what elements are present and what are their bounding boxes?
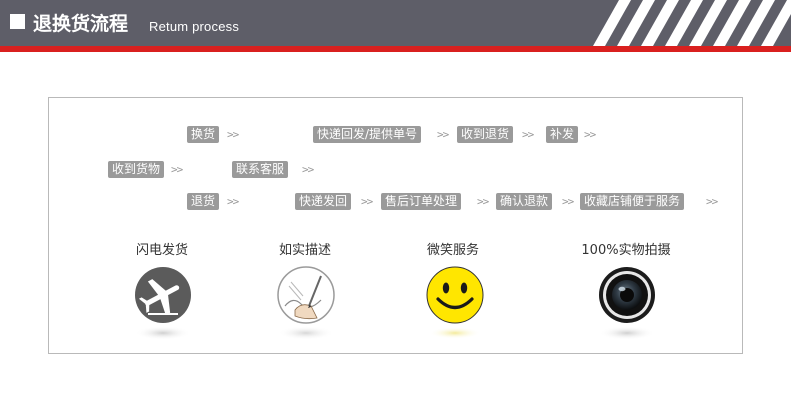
arrow-icon: >> [361,195,373,208]
feature-label-fast-shipping: 闪电发货 [135,243,188,258]
page-subtitle: Retum process [149,19,240,34]
header-red-line [0,46,791,52]
arrow-icon: >> [706,195,718,208]
step-receive-return: 收到退货 [457,126,514,143]
step-bookmark-store: 收藏店铺便于服务 [580,193,685,210]
step-after-sale-order: 售后订单处理 [381,193,462,210]
camera-lens-icon [599,267,655,340]
pen-writing-icon [277,266,335,340]
arrow-icon: >> [584,128,596,141]
arrow-icon: >> [227,128,239,141]
feature-label-real-photos: 100%实物拍摄 [581,243,671,258]
airplane-icon [135,267,191,340]
smiley-icon [426,266,484,339]
arrow-icon: >> [522,128,534,141]
header-bar: 退换货流程 Retum process [0,0,791,46]
arrow-icon: >> [477,195,489,208]
arrow-icon: >> [562,195,574,208]
step-return: 退货 [187,193,220,210]
step-contact-service: 联系客服 [232,161,289,178]
step-express-return-tracking: 快递回发/提供单号 [313,126,422,143]
arrow-icon: >> [437,128,449,141]
arrow-icon: >> [227,195,239,208]
step-confirm-refund: 确认退款 [496,193,553,210]
page-title: 退换货流程 [33,13,129,35]
step-exchange: 换货 [187,126,220,143]
feature-label-accurate-description: 如实描述 [278,243,331,258]
step-reship: 补发 [546,126,579,143]
step-goods-received: 收到货物 [108,161,165,178]
step-express-send-back: 快递发回 [295,193,352,210]
arrow-icon: >> [302,163,314,176]
arrow-icon: >> [171,163,183,176]
feature-label-smile-service: 微笑服务 [426,243,479,258]
header-square-icon [10,14,25,29]
diagonal-stripes-decoration [593,0,791,46]
